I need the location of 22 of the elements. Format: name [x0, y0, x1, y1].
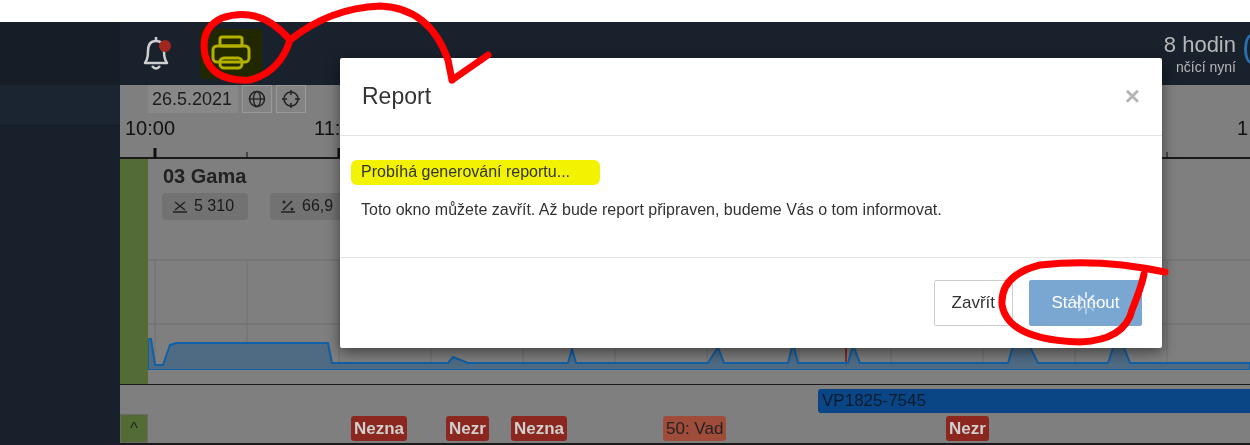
scale-icon — [172, 199, 188, 214]
event-badge[interactable]: Nezna — [351, 416, 408, 441]
stat-chip: 5 310 — [162, 192, 248, 220]
crosshair-icon — [281, 89, 302, 110]
date-field[interactable]: 26.5.2021 — [148, 85, 239, 114]
globe-button[interactable] — [242, 85, 273, 114]
time-range-label[interactable]: 8 hodin — [1163, 31, 1236, 58]
locate-button[interactable] — [276, 85, 307, 114]
dialog-message: Toto okno můžete zavřít. Až bude report připraven, budeme Vás o tom informovat. — [361, 201, 943, 219]
event-badge[interactable]: Nezna — [511, 416, 568, 441]
line-name: 03 Gama — [163, 164, 247, 189]
globe-icon — [248, 90, 267, 109]
percent-scale-icon — [280, 199, 296, 214]
time-tick-label: 10:00 — [125, 116, 176, 140]
time-range-caption: nčící nyní — [1176, 57, 1236, 76]
event-badge[interactable]: Nezr — [446, 416, 489, 441]
dialog-title: Report — [362, 83, 432, 110]
time-tick-label: 1 — [1237, 116, 1249, 140]
status-message: Probíhá generování reportu... — [351, 160, 601, 185]
event-badge[interactable]: Nezr — [946, 416, 989, 441]
close-dialog-button[interactable]: Zavřít — [933, 280, 1013, 326]
time-tick-label: 11: — [314, 116, 341, 140]
